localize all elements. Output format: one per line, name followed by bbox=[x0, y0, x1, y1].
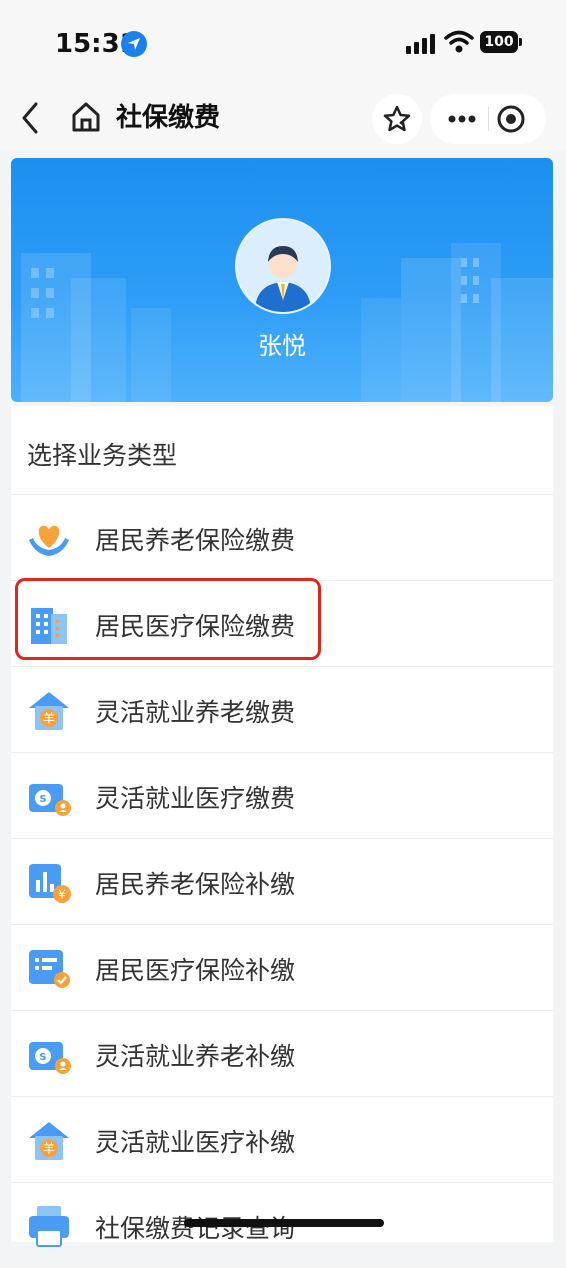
status-bar: 15:31 100 bbox=[0, 0, 566, 88]
house-yang-icon: 羊 bbox=[29, 692, 69, 730]
svg-text:S: S bbox=[39, 1052, 46, 1063]
favorite-button[interactable] bbox=[372, 94, 422, 144]
svg-text:羊: 羊 bbox=[43, 711, 55, 726]
service-item-flexible-medical-backpay[interactable]: 羊 灵活就业医疗补缴 bbox=[11, 1097, 553, 1183]
svg-text:羊: 羊 bbox=[43, 1141, 55, 1156]
service-item-flexible-pension[interactable]: 羊 灵活就业养老缴费 bbox=[11, 667, 553, 753]
card-person-icon: S bbox=[29, 1042, 71, 1074]
home-indicator bbox=[184, 1219, 384, 1227]
service-type-panel: 选择业务类型 居民养老保险缴费 居民医疗保险缴费 羊 灵活就业养老缴费 S 灵活… bbox=[11, 406, 553, 1247]
svg-text:¥: ¥ bbox=[58, 888, 66, 902]
mini-program-capsule bbox=[430, 94, 546, 144]
svg-text:S: S bbox=[39, 794, 46, 805]
service-item-label: 灵活就业医疗补缴 bbox=[95, 1128, 296, 1157]
user-avatar-icon bbox=[255, 246, 311, 312]
wifi-icon bbox=[444, 30, 474, 53]
nav-bar: 社保缴费 bbox=[0, 88, 566, 150]
location-arrow-icon bbox=[121, 31, 147, 57]
signal-icon bbox=[406, 34, 435, 54]
service-item-resident-pension-backpay[interactable]: ¥ 居民养老保险补缴 bbox=[11, 839, 553, 925]
service-item-label: 社保缴费记录查询 bbox=[95, 1214, 296, 1243]
service-item-label: 灵活就业养老补缴 bbox=[95, 1042, 296, 1071]
capsule-divider bbox=[488, 107, 489, 131]
more-icon[interactable] bbox=[440, 94, 484, 144]
service-item-resident-pension[interactable]: 居民养老保险缴费 bbox=[11, 495, 553, 581]
close-target-icon[interactable] bbox=[496, 104, 526, 134]
service-item-resident-medical-backpay[interactable]: 居民医疗保险补缴 bbox=[11, 925, 553, 1011]
highlight-box bbox=[15, 578, 321, 660]
page-title: 社保缴费 bbox=[116, 103, 221, 133]
star-icon bbox=[383, 105, 411, 132]
service-item-flexible-pension-backpay[interactable]: S 灵活就业养老补缴 bbox=[11, 1011, 553, 1097]
card-person-icon: S bbox=[29, 784, 71, 816]
panel-title: 选择业务类型 bbox=[27, 441, 178, 470]
service-item-label: 居民医疗保险补缴 bbox=[95, 956, 296, 985]
battery-indicator: 100 bbox=[480, 31, 518, 53]
heart-hands-icon bbox=[29, 525, 69, 556]
service-item-label: 居民养老保险缴费 bbox=[95, 526, 296, 555]
user-name: 张悦 bbox=[258, 332, 306, 360]
service-item-flexible-medical[interactable]: S 灵活就业医疗缴费 bbox=[11, 753, 553, 839]
service-item-label: 灵活就业养老缴费 bbox=[95, 698, 296, 727]
service-item-label: 居民养老保险补缴 bbox=[95, 870, 296, 899]
avatar[interactable] bbox=[235, 218, 331, 314]
chart-yen-icon: ¥ bbox=[29, 864, 71, 903]
service-item-label: 灵活就业医疗缴费 bbox=[95, 784, 296, 813]
house-yang-icon: 羊 bbox=[29, 1122, 69, 1160]
back-icon[interactable] bbox=[16, 96, 46, 140]
battery-tip bbox=[519, 38, 522, 46]
document-check-icon bbox=[29, 950, 70, 988]
printer-icon bbox=[29, 1206, 69, 1247]
home-icon[interactable] bbox=[70, 100, 102, 134]
profile-banner: 张悦 bbox=[11, 158, 553, 402]
